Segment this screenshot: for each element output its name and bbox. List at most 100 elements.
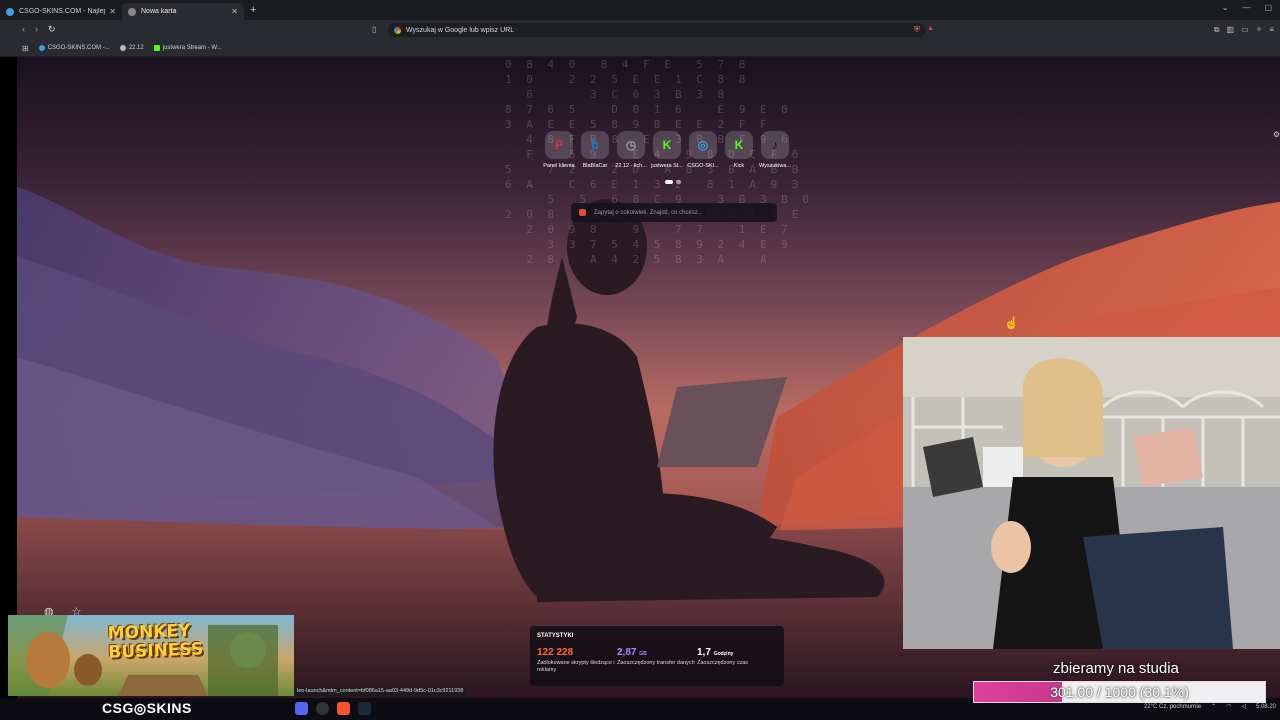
bookmark-label: justwera Stream - W... [162,45,222,51]
settings-gear-icon[interactable]: ⚙ [1273,130,1280,139]
leo-search-box[interactable]: Zapytaj o cokolwiek. Znajdź, co chcesz..… [571,203,777,222]
close-tab-icon[interactable]: ✕ [109,7,116,16]
tab-title: Nowa karta [141,8,177,15]
obs-icon[interactable] [316,702,329,715]
bookmark-icon[interactable]: ▯ [372,25,376,34]
stat-value: 2,87 GB [617,647,647,658]
top-site-tile[interactable]: P Panel klienta [543,131,575,169]
tab-favicon [128,7,136,16]
navigation-bar: ‹ › ↻ ▯ Wyszukaj w Google lub wpisz URL … [0,20,1280,40]
wallet-icon[interactable]: ▭ [1241,25,1249,35]
csgo-skins-logo: CSG◎SKINS [102,700,192,716]
apps-grid-icon[interactable]: ⊞ [22,44,29,53]
top-sites-pager[interactable] [665,180,681,184]
mouse-cursor-icon: ☝ [1004,316,1019,330]
top-site-icon: K [725,131,753,159]
bookmark-justwera[interactable]: justwera Stream - W... [153,45,222,51]
top-site-icon: b [581,131,609,159]
top-site-tile[interactable]: b BlaBlaCar [581,131,609,169]
leo-icon[interactable]: ✧ [1256,25,1263,35]
minimize-icon[interactable]: — [1242,3,1250,12]
top-site-label: Panel klienta [543,163,575,169]
logo-circle-icon: ◎ [133,700,147,716]
discord-icon[interactable] [295,702,308,715]
pager-dot[interactable] [676,180,681,184]
volume-icon[interactable]: ◁ [1241,703,1246,710]
taskbar-apps [295,702,371,715]
tab-new[interactable]: Nowa karta ✕ [122,3,244,20]
stats-widget: STATYSTYKI 122 228 Zablokowane skrypty ś… [530,626,784,686]
maximize-icon[interactable]: ▢ [1264,3,1272,12]
top-site-tile[interactable]: ♪ Wyszukiwa... [759,131,791,169]
goal-title: zbieramy na studia [1053,660,1179,677]
menu-icon[interactable]: ≡ [1269,25,1274,35]
top-site-label: BlaBlaCar [582,163,608,169]
goal-progress-bar: 301.00 / 1000 (30.1%) [973,681,1266,703]
top-site-label: CSGO-SKI... [687,163,719,169]
extensions-icon[interactable]: ⧉ [1214,25,1220,35]
address-bar[interactable]: Wyszukaj w Google lub wpisz URL [388,23,926,37]
brave-rewards-icon[interactable]: ▲ [927,25,934,32]
stat-desc: Zaoszczędzony transfer danych [617,660,695,666]
bookmarks-bar: ⊞ CSGO-SKINS.COM -... 22.12 justwera Str… [0,40,1280,57]
stat-desc: Zaoszczędzony czas [697,660,749,666]
window-controls: ⌄ — ▢ [1222,3,1272,12]
stats-heading: STATYSTYKI [537,633,574,639]
weather-widget[interactable]: 22°C Cz. pochmurnie [1144,704,1201,710]
reload-icon[interactable]: ↻ [48,24,56,35]
sidebar-icon[interactable]: ▥ [1227,25,1235,35]
top-site-label: Kick [733,163,745,169]
google-icon [394,26,401,34]
goal-progress-text: 301.00 / 1000 (30.1%) [1050,684,1189,700]
new-tab-icon[interactable]: + [250,4,256,16]
top-site-icon: ♪ [761,131,789,159]
brave-icon[interactable] [337,702,350,715]
network-icon[interactable]: ◠ [1226,703,1231,710]
back-icon[interactable]: ‹ [22,24,25,35]
bookmark-favicon [153,45,160,51]
top-site-tile[interactable]: K Kick [725,131,753,169]
close-tab-icon[interactable]: ✕ [231,7,238,16]
tab-title: CSGO-SKINS.COM - Najlepsze Skrzy... [19,8,105,15]
top-site-tile[interactable]: Kjustwera St... [651,131,683,169]
top-site-tile[interactable]: ◎ CSGO-SKI... [687,131,719,169]
tab-csgo-skins[interactable]: CSGO-SKINS.COM - Najlepsze Skrzy... ✕ [0,3,122,20]
screen: CSGO-SKINS.COM - Najlepsze Skrzy... ✕ No… [0,0,1280,720]
top-site-label: justwera St... [651,163,683,169]
stat-time: 1,7 Godziny Zaoszczędzony czas [697,647,777,674]
tab-search-icon[interactable]: ⌄ [1222,3,1229,12]
steam-icon[interactable] [358,702,371,715]
toolbar-right: ⧉ ▥ ▭ ✧ ≡ [1214,25,1274,35]
search-placeholder: Zapytaj o cokolwiek. Znajdź, co chcesz..… [594,209,703,216]
webcam-overlay [903,337,1280,649]
stat-desc: Zablokowane skrypty śledzące i reklamy [537,660,615,673]
brave-shield-icon[interactable]: ⛨ [914,25,920,35]
top-site-label: 22.12 - lich... [615,163,647,169]
nav-buttons: ‹ › ↻ [22,24,56,35]
webcam-feed [903,337,1280,649]
bookmark-favicon [119,45,126,51]
tab-bar: CSGO-SKINS.COM - Najlepsze Skrzy... ✕ No… [0,0,1280,20]
top-site-icon: P [545,131,573,159]
brave-lion-icon [579,209,586,216]
chevron-up-icon[interactable]: ⌃ [1211,703,1216,710]
forward-icon[interactable]: › [35,24,38,35]
ad-title: MONKEY BUSINESS [107,620,204,663]
bookmark-22-12[interactable]: 22.12 [119,45,144,51]
pager-dot-active[interactable] [665,180,673,184]
stat-value: 122 228 [537,647,574,658]
bookmark-csgo-skins[interactable]: CSGO-SKINS.COM -... [38,45,110,51]
stat-bandwidth: 2,87 GB Zaoszczędzony transfer danych [617,647,697,674]
top-site-tile[interactable]: ◷ 22.12 - lich... [615,131,647,169]
tab-favicon [6,7,14,16]
bookmark-label: 22.12 [128,45,144,51]
top-sites: P Panel klienta b BlaBlaCar ◷ 22.12 - lich...… [543,131,791,169]
stat-trackers: 122 228 Zablokowane skrypty śledzące i r… [537,647,617,674]
monkey-business-ad[interactable]: MONKEY BUSINESS [8,615,294,696]
bookmark-label: CSGO-SKINS.COM -... [47,45,110,51]
top-site-label: Wyszukiwa... [758,163,792,169]
clock-date[interactable]: 5.08.20 [1256,704,1276,710]
top-site-icon: ◷ [617,131,645,159]
system-tray: 22°C Cz. pochmurnie ⌃ ◠ ◁ 5.08.20 [1144,703,1276,711]
address-placeholder: Wyszukaj w Google lub wpisz URL [406,26,515,34]
